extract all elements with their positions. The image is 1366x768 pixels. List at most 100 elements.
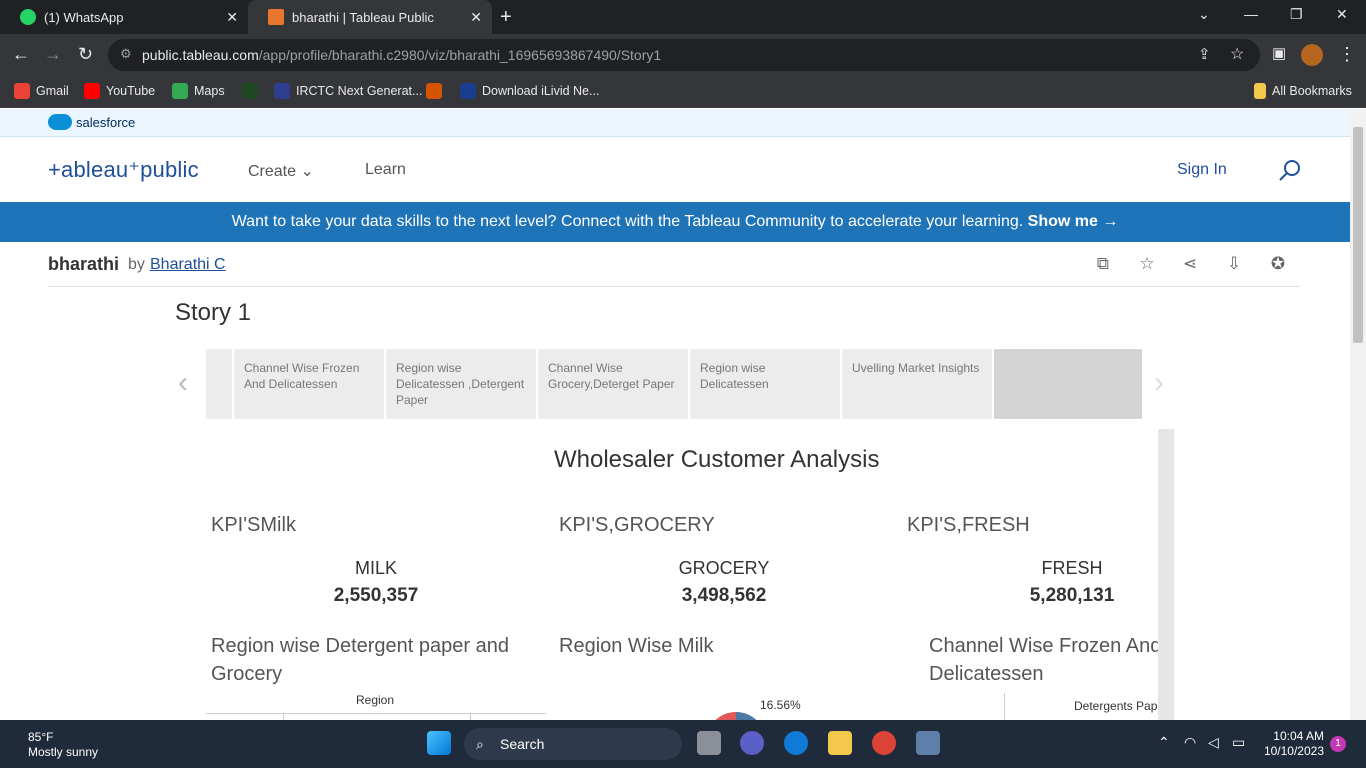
story-next-arrow[interactable]: › [1154, 366, 1164, 400]
author-link[interactable]: Bharathi C [150, 256, 226, 274]
bookmark-fire[interactable] [426, 83, 448, 99]
story-point[interactable] [206, 349, 234, 419]
kpi-name: MILK [354, 558, 397, 578]
reload-icon[interactable]: ↻ [78, 44, 93, 65]
all-bookmarks[interactable]: All Bookmarks [1254, 83, 1352, 99]
windows-taskbar: 85°F Mostly sunny ⌕ Search ⌃ ◠ ◁ ▭ 10:04… [0, 720, 1366, 768]
story-title: Story 1 [175, 299, 252, 326]
badge-icon[interactable]: ✪ [1267, 254, 1289, 276]
show-me-link[interactable]: Show me → [1028, 213, 1119, 230]
chrome-icon[interactable] [872, 731, 896, 755]
nav-create[interactable]: Create ⌄ [248, 161, 314, 181]
bookmark-gmail[interactable]: Gmail [14, 83, 69, 99]
page-scrollbar[interactable] [1350, 109, 1366, 720]
tableau-icon [268, 9, 284, 25]
close-window-button[interactable]: ✕ [1336, 6, 1348, 23]
dashboard: Wholesaler Customer Analysis KPI'SMilk M… [206, 429, 1174, 720]
search-icon[interactable] [1278, 159, 1302, 183]
tab-search-icon[interactable]: ⌄ [1198, 6, 1210, 23]
tray-chevron-icon[interactable]: ⌃ [1158, 734, 1170, 751]
kpi-label: KPI'S,FRESH [907, 514, 1030, 536]
salesforce-bar: salesforce [0, 109, 1350, 137]
meet-icon[interactable] [740, 731, 764, 755]
kpi-name: GROCERY [678, 558, 770, 578]
nav-learn[interactable]: Learn [365, 161, 406, 179]
site-nav: +ableau⁺public Create ⌄ Learn Sign In [0, 137, 1350, 202]
sign-in-link[interactable]: Sign In [1177, 161, 1227, 179]
pie-chart[interactable] [706, 712, 766, 720]
download-icon[interactable]: ⇩ [1223, 254, 1245, 276]
copy-icon[interactable]: ⧉ [1092, 254, 1114, 276]
salesforce-cloud-icon [48, 114, 72, 130]
share-icon[interactable]: ⋖ [1179, 254, 1201, 276]
wifi-icon[interactable]: ◠ [1184, 734, 1196, 751]
youtube-icon [84, 83, 100, 99]
gmail-icon [14, 83, 30, 99]
salesforce-link[interactable]: salesforce [48, 114, 135, 130]
folder-icon [1254, 83, 1266, 99]
pie-label: 16.56% [760, 698, 801, 712]
sheet-title: Region Wise Milk [559, 635, 714, 657]
close-tab-icon[interactable]: ✕ [226, 9, 238, 26]
address-bar[interactable]: ⚙ public.tableau.com/app/profile/bharath… [108, 39, 1260, 71]
site-info-icon[interactable]: ⚙ [120, 46, 132, 62]
bookmark-misc[interactable] [242, 83, 264, 99]
by-label: by [128, 256, 145, 273]
side-panel-icon[interactable]: ▣ [1272, 44, 1286, 62]
scroll-thumb[interactable] [1353, 127, 1363, 343]
browser-tab-strip: (1) WhatsApp ✕ bharathi | Tableau Public… [0, 0, 1366, 34]
divider [283, 713, 284, 720]
bookmark-ilivid[interactable]: Download iLivid Ne... [460, 83, 599, 99]
dashboard-scrollbar[interactable] [1158, 429, 1174, 720]
favorite-icon[interactable]: ☆ [1136, 254, 1158, 276]
weather-widget[interactable]: 85°F Mostly sunny [28, 730, 98, 760]
kpi-name: FRESH [1041, 558, 1103, 578]
back-icon[interactable]: ← [12, 44, 30, 65]
story-point[interactable]: Region wise Delicatessen ,Detergent Pape… [386, 349, 538, 419]
task-view-icon[interactable] [697, 731, 721, 755]
edge-icon[interactable] [784, 731, 808, 755]
kpi-value: 2,550,357 [333, 585, 419, 606]
web-page: salesforce +ableau⁺public Create ⌄ Learn… [0, 109, 1350, 720]
sheet-title: Region wise Detergent paper and Grocery [211, 635, 509, 685]
bookmark-irctc[interactable]: IRCTC Next Generat... [274, 83, 422, 99]
start-icon[interactable] [427, 731, 451, 755]
divider [206, 713, 546, 714]
new-tab-button[interactable]: + [500, 6, 512, 29]
tableau-public-logo[interactable]: +ableau⁺public [48, 157, 199, 183]
bookmark-star-icon[interactable]: ☆ [1230, 44, 1244, 64]
restore-button[interactable]: ❐ [1290, 6, 1303, 23]
minimize-button[interactable]: — [1244, 6, 1258, 22]
ilivid-icon [460, 83, 476, 99]
story-prev-arrow[interactable]: ‹ [178, 366, 188, 400]
kpi-label: KPI'SMilk [211, 514, 296, 536]
forward-icon[interactable]: → [44, 44, 62, 65]
close-tab-icon[interactable]: ✕ [470, 9, 482, 26]
avatar[interactable] [1301, 44, 1323, 66]
kpi-value: 3,498,562 [681, 585, 767, 606]
story-point[interactable]: Uvelling Market Insights [842, 349, 994, 419]
file-explorer-icon[interactable] [828, 731, 852, 755]
bookmark-youtube[interactable]: YouTube [84, 83, 155, 99]
notification-badge[interactable]: 1 [1330, 736, 1346, 752]
divider [470, 713, 471, 720]
browser-toolbar: ← → ↻ ⚙ public.tableau.com/app/profile/b… [0, 34, 1366, 76]
volume-icon[interactable]: ◁ [1208, 734, 1219, 751]
taskbar-search[interactable]: ⌕ Search [464, 728, 682, 760]
bookmark-icon [242, 83, 258, 99]
tab-tableau[interactable]: bharathi | Tableau Public ✕ [248, 0, 492, 34]
share-icon[interactable]: ⇪ [1198, 45, 1211, 63]
temperature: 85°F [28, 730, 54, 744]
bookmark-maps[interactable]: Maps [172, 83, 225, 99]
banner-text: Want to take your data skills to the nex… [231, 213, 1024, 230]
story-point[interactable]: Channel Wise Frozen And Delicatessen [234, 349, 386, 419]
community-banner: Want to take your data skills to the nex… [0, 202, 1350, 242]
battery-icon[interactable]: ▭ [1232, 734, 1245, 751]
snipping-icon[interactable] [916, 731, 940, 755]
story-point[interactable]: Region wise Delicatessen [690, 349, 842, 419]
tab-whatsapp[interactable]: (1) WhatsApp ✕ [0, 0, 248, 34]
clock[interactable]: 10:04 AM 10/10/2023 [1262, 729, 1324, 759]
menu-icon[interactable]: ⋮ [1338, 44, 1356, 65]
story-point-current[interactable] [994, 349, 1144, 419]
story-point[interactable]: Channel Wise Grocery,Deterget Paper [538, 349, 690, 419]
